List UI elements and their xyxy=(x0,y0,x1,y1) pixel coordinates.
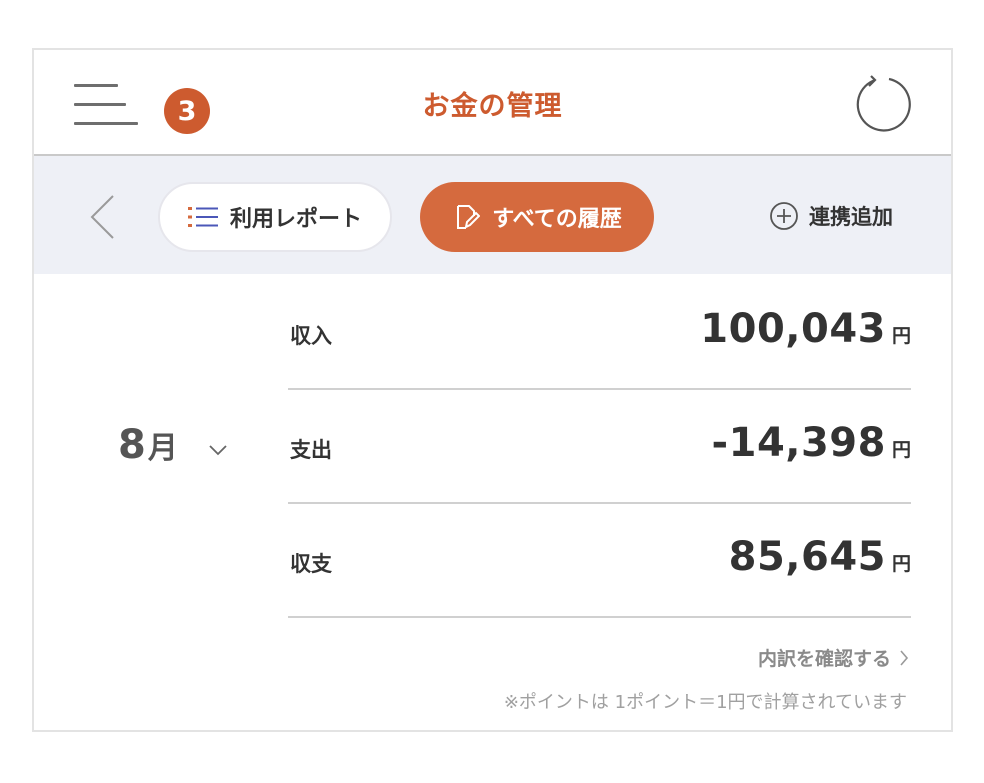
page-title: お金の管理 xyxy=(422,91,563,122)
chevron-left-icon[interactable] xyxy=(89,194,115,240)
view-breakdown-link[interactable]: 内訳を確認する xyxy=(758,644,909,671)
summary-list: 収入 100,043 円 支出 -14,398 円 収支 85,645 円 xyxy=(288,276,911,618)
balance-amount: 85,645 xyxy=(728,534,886,580)
points-note: ※ポイントは 1ポイント＝1円で計算されています xyxy=(503,692,907,713)
income-value: 100,043 円 xyxy=(700,306,911,352)
add-connection-label: 連携追加 xyxy=(809,205,893,229)
plus-circle-icon xyxy=(770,202,798,230)
month-number: 8 xyxy=(118,422,146,468)
tab-usage-report[interactable]: 利用レポート xyxy=(158,182,392,252)
balance-unit: 円 xyxy=(891,553,911,575)
app-header: 3 お金の管理 xyxy=(34,50,951,156)
income-unit: 円 xyxy=(891,325,911,347)
balance-label: 収支 xyxy=(290,552,332,576)
refresh-icon[interactable] xyxy=(849,72,913,136)
expense-unit: 円 xyxy=(891,439,911,461)
expense-value: -14,398 円 xyxy=(712,420,911,466)
tab-usage-report-label: 利用レポート xyxy=(229,207,362,232)
tab-all-history[interactable]: すべての履歴 xyxy=(420,182,654,252)
chevron-down-icon xyxy=(209,445,227,456)
tab-bar: 利用レポート すべての履歴 連携追加 xyxy=(34,156,951,274)
tab-all-history-label: すべての履歴 xyxy=(492,207,622,232)
money-management-card: 3 お金の管理 利用レポート すべての履歴 連携追加 8 月 収入 100,04… xyxy=(32,48,953,732)
month-selector[interactable]: 8 月 xyxy=(118,422,228,478)
balance-row: 収支 85,645 円 xyxy=(288,504,911,618)
expense-label: 支出 xyxy=(290,438,332,462)
add-connection-link[interactable]: 連携追加 xyxy=(769,196,893,236)
expense-row: 支出 -14,398 円 xyxy=(288,390,911,504)
income-amount: 100,043 xyxy=(700,306,886,352)
expense-amount: -14,398 xyxy=(711,420,886,466)
income-label: 収入 xyxy=(290,324,332,348)
list-icon xyxy=(187,207,218,227)
history-edit-icon xyxy=(457,205,481,229)
income-row: 収入 100,043 円 xyxy=(288,276,911,390)
balance-value: 85,645 円 xyxy=(729,534,911,580)
chevron-right-icon xyxy=(900,649,909,666)
view-breakdown-label: 内訳を確認する xyxy=(757,648,891,670)
month-unit: 月 xyxy=(147,431,178,466)
